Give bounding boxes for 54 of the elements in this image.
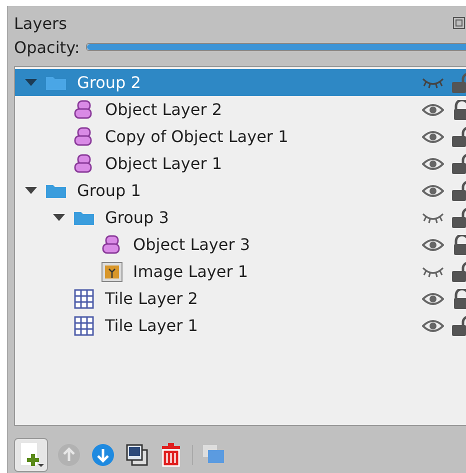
layer-name: Object Layer 3 xyxy=(133,235,252,254)
layer-row[interactable]: Tile Layer 1 xyxy=(15,312,466,339)
layer-row[interactable]: Image Layer 1 xyxy=(15,258,466,285)
grid-icon xyxy=(73,288,95,308)
expand-arrow-icon[interactable] xyxy=(53,214,65,222)
float-icon[interactable] xyxy=(453,17,465,29)
layer-row[interactable]: Object Layer 1 xyxy=(15,150,466,177)
eye-icon[interactable] xyxy=(422,130,444,144)
layer-row[interactable]: Group 1 xyxy=(15,177,466,204)
eye-icon[interactable] xyxy=(422,292,444,306)
panel-title: Layers xyxy=(14,14,67,32)
layer-name: Group 2 xyxy=(77,73,142,92)
opacity-label: Opacity: xyxy=(14,38,80,56)
unlocked-icon[interactable] xyxy=(452,262,466,282)
grid-icon xyxy=(73,316,95,336)
layer-name: Tile Layer 1 xyxy=(105,316,199,335)
shapes-icon xyxy=(73,100,95,120)
unlocked-icon[interactable] xyxy=(452,208,466,228)
unlocked-icon[interactable] xyxy=(452,180,466,200)
layer-name: Group 1 xyxy=(77,181,142,200)
layer-row[interactable]: Group 3 xyxy=(15,204,466,231)
closed-eye-icon[interactable] xyxy=(422,76,444,90)
layer-row[interactable]: Copy of Object Layer 1 xyxy=(15,123,466,150)
shapes-icon xyxy=(73,154,95,174)
eye-icon[interactable] xyxy=(422,318,444,332)
new-layer-button[interactable] xyxy=(14,438,48,472)
unlocked-icon[interactable] xyxy=(452,154,466,174)
lock-icon[interactable] xyxy=(452,234,466,254)
unlocked-icon[interactable] xyxy=(452,126,466,146)
closed-eye-icon[interactable] xyxy=(422,264,444,278)
down-arrow-button[interactable] xyxy=(90,442,116,468)
layer-name: Group 3 xyxy=(105,208,170,227)
layer-name: Object Layer 2 xyxy=(105,100,224,119)
duplicate-button[interactable] xyxy=(124,442,150,468)
shapes-icon xyxy=(101,234,123,254)
layer-name: Tile Layer 2 xyxy=(105,289,199,308)
layer-name: Object Layer 1 xyxy=(105,154,224,173)
lock-icon[interactable] xyxy=(452,288,466,308)
picture-icon xyxy=(101,262,123,282)
lock-icon[interactable] xyxy=(452,100,466,120)
layer-row[interactable]: Object Layer 3 xyxy=(15,231,466,258)
layer-row[interactable]: Object Layer 2 xyxy=(15,96,466,123)
eye-icon[interactable] xyxy=(422,238,444,252)
closed-eye-icon[interactable] xyxy=(422,210,444,224)
layer-row[interactable]: Group 2 xyxy=(15,69,466,96)
eye-icon[interactable] xyxy=(422,184,444,198)
layer-name: Image Layer 1 xyxy=(133,262,250,281)
eye-icon[interactable] xyxy=(422,102,444,116)
unlocked-icon[interactable] xyxy=(452,316,466,336)
eye-icon[interactable] xyxy=(422,156,444,170)
shapes-icon xyxy=(73,126,95,146)
layer-name: Copy of Object Layer 1 xyxy=(105,127,290,146)
expand-arrow-icon[interactable] xyxy=(25,186,37,194)
layer-row[interactable]: Tile Layer 2 xyxy=(15,285,466,312)
